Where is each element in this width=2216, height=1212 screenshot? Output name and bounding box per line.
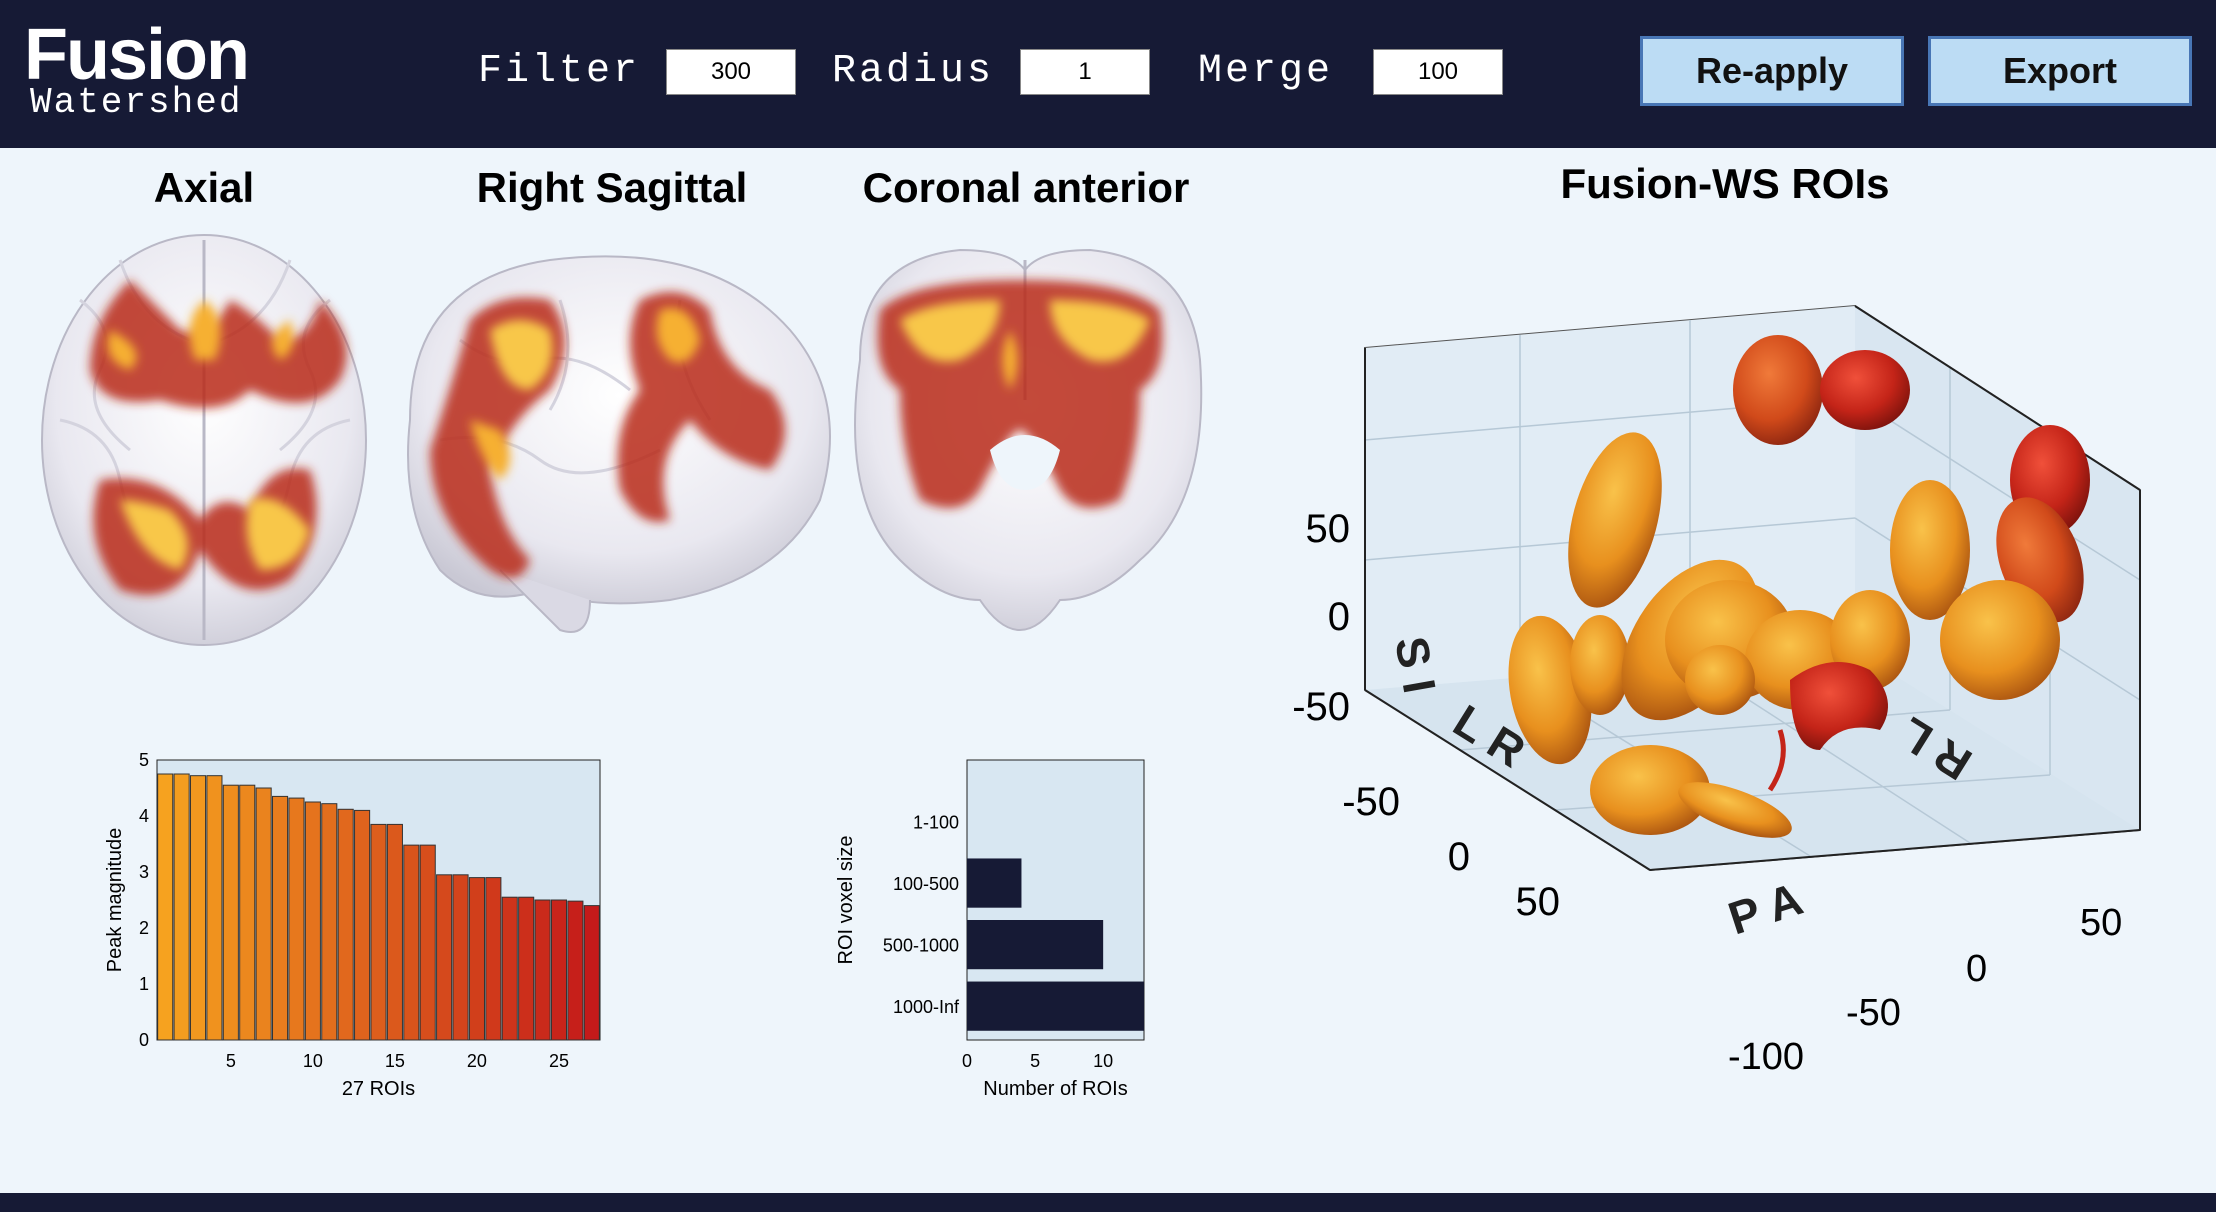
- bar: [967, 920, 1104, 970]
- y-axis-label: ROI voxel size: [835, 836, 857, 965]
- x-axis-label: Number of ROIs: [983, 1078, 1127, 1100]
- x-tick-label: 20: [467, 1051, 487, 1071]
- bar: [436, 874, 453, 1041]
- z-tick-0: 0: [1328, 595, 1350, 639]
- bar: [468, 877, 485, 1041]
- bar: [173, 773, 190, 1041]
- x-tick-50: 50: [1516, 880, 1561, 924]
- sagittal-brain-render: [407, 255, 831, 633]
- y-tick-minus-50-3d: -50: [1846, 992, 1901, 1034]
- x-tick-label: 10: [303, 1051, 323, 1071]
- roi-size-histogram: 1-100 100-500 500-1000 1000-Inf 0 5 10 Number o…: [835, 759, 1145, 1100]
- z-tick-minus-50: -50: [1292, 685, 1350, 729]
- y-tick-minus-100-3d: -100: [1728, 1036, 1805, 1078]
- bar: [967, 981, 1144, 1031]
- y-axis-label: P A: [1722, 872, 1809, 944]
- x-tick-label: 25: [549, 1051, 569, 1071]
- y-tick-label: 500-1000: [883, 936, 959, 956]
- y-tick-label: 1: [139, 974, 149, 994]
- x-tick-label: 5: [1030, 1051, 1040, 1071]
- y-tick-label: 5: [139, 750, 149, 770]
- y-tick-label: 100-500: [893, 874, 959, 894]
- x-tick-0: 0: [1448, 835, 1470, 879]
- y-axis-label: Peak magnitude: [104, 828, 126, 973]
- x-axis-label: 27 ROIs: [342, 1078, 415, 1100]
- bar: [255, 787, 272, 1041]
- bar: [567, 900, 584, 1041]
- bar: [583, 905, 600, 1041]
- axial-brain-render: [41, 234, 367, 646]
- y-tick-label: 4: [139, 806, 149, 826]
- bar: [386, 823, 403, 1041]
- y-tick-50-3d: 50: [2080, 902, 2123, 944]
- x-tick-label: 15: [385, 1051, 405, 1071]
- bar: [354, 809, 371, 1041]
- bar: [485, 877, 502, 1041]
- y-tick-label: 2: [139, 918, 149, 938]
- z-tick-50: 50: [1306, 507, 1351, 551]
- bar: [452, 874, 469, 1041]
- bar: [967, 858, 1022, 908]
- bar: [272, 795, 289, 1041]
- bar: [157, 773, 174, 1041]
- x-tick-label: 10: [1093, 1051, 1113, 1071]
- peak-magnitude-bar-chart: 0 1 2 3 4 5 5 10 15 20 25 27 ROIs Peak magnitude: [104, 750, 601, 1100]
- y-tick-label: 1000-Inf: [893, 997, 960, 1017]
- bar: [419, 844, 436, 1041]
- rois-3d-plot: 50 0 -50 -50 0 50 50 50 50 S I L R P A R…: [1292, 304, 2141, 945]
- bar: [189, 775, 207, 1041]
- bar: [337, 808, 354, 1041]
- y-tick-label: 3: [139, 862, 149, 882]
- bar: [321, 803, 338, 1041]
- bar: [288, 797, 305, 1041]
- y-tick-0-3d: 0: [1966, 948, 1988, 990]
- z-axis-label: S I: [1385, 633, 1446, 697]
- bar: [501, 896, 518, 1041]
- x-tick-minus-50: -50: [1342, 780, 1400, 824]
- bar: [534, 899, 551, 1041]
- y-tick-label: 0: [139, 1030, 149, 1050]
- x-tick-label: 5: [226, 1051, 236, 1071]
- y-tick-label: 1-100: [913, 813, 959, 833]
- bar: [518, 896, 535, 1041]
- bar: [206, 775, 223, 1041]
- x-tick-label: 0: [962, 1051, 972, 1071]
- bar: [304, 801, 321, 1041]
- bar: [403, 844, 420, 1041]
- bar: [370, 823, 387, 1041]
- bar: [550, 899, 568, 1041]
- bar: [239, 784, 256, 1041]
- bar: [222, 784, 239, 1041]
- coronal-brain-render: [854, 248, 1203, 632]
